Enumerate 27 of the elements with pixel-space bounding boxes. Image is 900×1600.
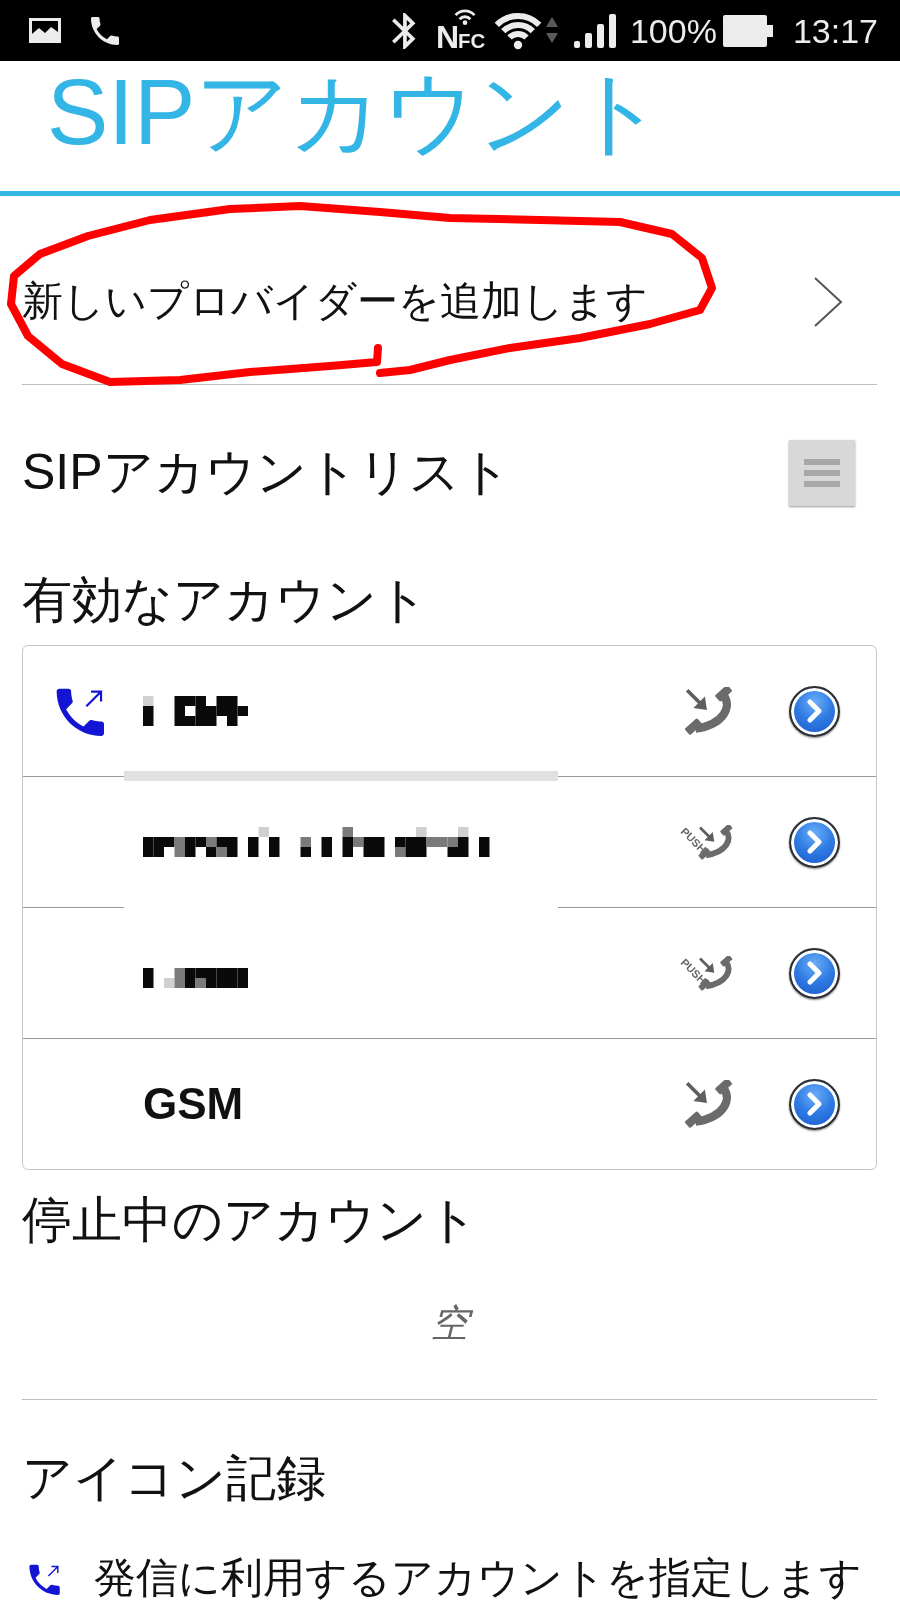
signal-icon bbox=[573, 13, 616, 48]
section-title: SIPアカウントリスト bbox=[22, 445, 511, 500]
chevron-right-icon bbox=[804, 830, 825, 854]
account-details-button[interactable] bbox=[789, 685, 840, 737]
legend-text: 発信に利用するアカウントを指定します bbox=[94, 1556, 862, 1600]
add-provider-item[interactable]: 新しいプロバイダーを追加します bbox=[22, 196, 877, 385]
battery-icon bbox=[722, 14, 773, 47]
section-title: 停止中のアカウント bbox=[22, 1192, 478, 1248]
outgoing-call-icon bbox=[29, 1562, 61, 1595]
battery-percent: 100% bbox=[629, 13, 717, 48]
chevron-right-icon bbox=[804, 961, 825, 985]
section-title: 有効なアカウント bbox=[22, 572, 428, 628]
nfc-waves-icon bbox=[452, 7, 477, 25]
image-icon bbox=[29, 18, 61, 43]
chevron-right-icon bbox=[804, 699, 825, 723]
bluetooth-icon bbox=[391, 12, 416, 49]
account-details-button[interactable] bbox=[789, 816, 840, 868]
phone-icon bbox=[91, 16, 119, 45]
chevron-right-icon bbox=[813, 276, 843, 328]
chevron-right-icon bbox=[804, 1092, 825, 1116]
page-title: SIPアカウント bbox=[47, 66, 666, 158]
menu-icon bbox=[804, 458, 840, 487]
account-details-button[interactable] bbox=[789, 1078, 840, 1130]
section-title: アイコン記録 bbox=[22, 1450, 326, 1506]
account-name: GSM bbox=[143, 1079, 244, 1129]
clock-time: 13:17 bbox=[792, 13, 878, 48]
account-details-button[interactable] bbox=[789, 947, 840, 999]
